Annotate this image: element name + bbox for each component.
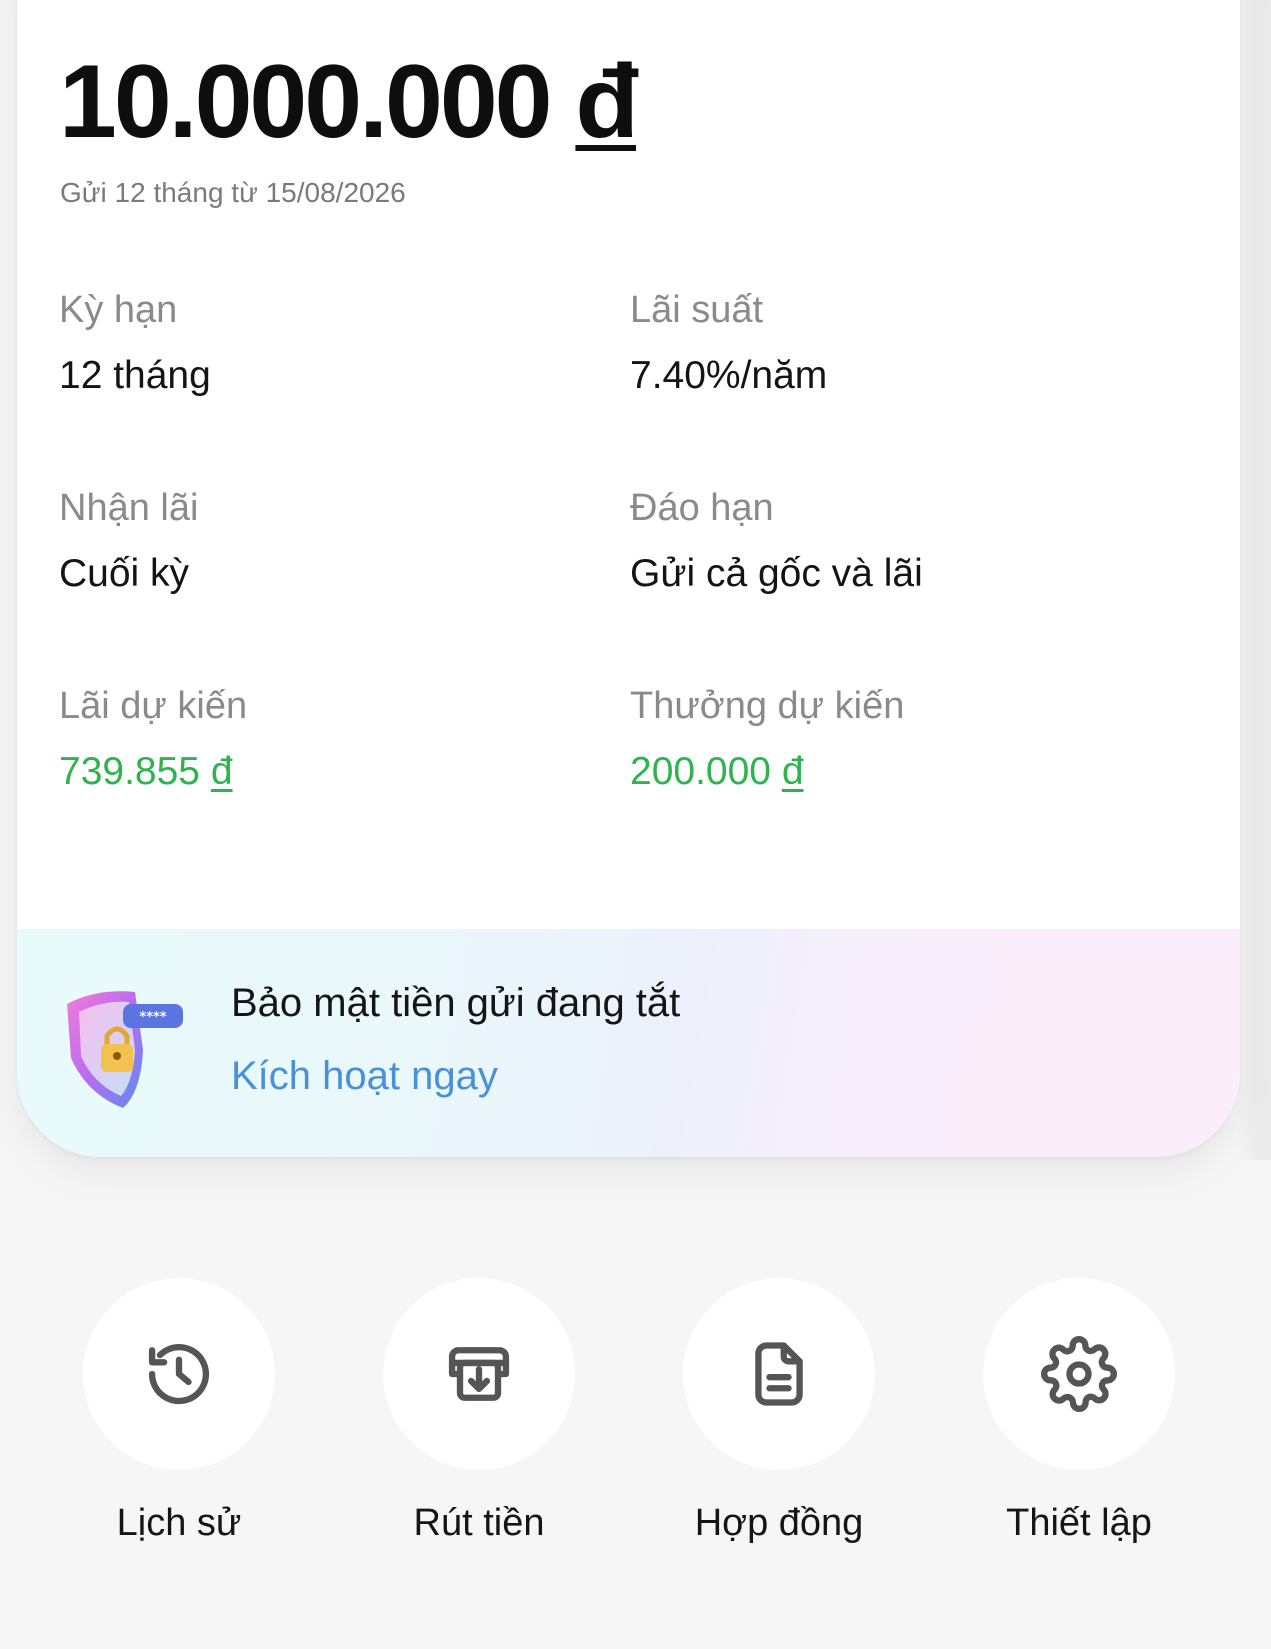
withdraw-icon [448, 1347, 510, 1401]
deposit-amount: 10.000.000 đ [59, 50, 639, 154]
expected-interest-currency: đ [210, 750, 233, 793]
history-label: Lịch sử [116, 1502, 242, 1544]
deposit-card: 10.000.000 đ Gửi 12 tháng từ 15/08/2026 … [17, 0, 1240, 1157]
expected-bonus-currency: đ [781, 750, 804, 793]
term-label: Kỳ hạn [59, 289, 178, 331]
withdraw-label: Rút tiền [413, 1502, 545, 1544]
gear-icon [1041, 1336, 1117, 1412]
expected-interest-value: 739.855 đ [59, 749, 247, 795]
rate-field: Lãi suất 7.40%/năm [630, 287, 827, 399]
amount-value: 10.000.000 [59, 44, 553, 160]
contract-label: Hợp đồng [694, 1502, 864, 1544]
expected-bonus-amount: 200.000 [630, 750, 771, 793]
history-icon [148, 1343, 210, 1405]
interest-receipt-field: Nhận lãi Cuối kỳ [59, 485, 198, 597]
security-banner[interactable]: **** Bảo mật tiền gửi đang tắt Kích hoạt… [17, 929, 1240, 1157]
withdraw-button-circle[interactable] [383, 1278, 575, 1470]
maturity-field: Đáo hạn Gửi cả gốc và lãi [630, 485, 923, 597]
term-field: Kỳ hạn 12 tháng [59, 287, 211, 399]
rate-label: Lãi suất [630, 289, 764, 331]
expected-interest-field: Lãi dự kiến 739.855 đ [59, 683, 247, 795]
term-value: 12 tháng [59, 354, 211, 397]
rate-value: 7.40%/năm [630, 354, 828, 397]
expected-bonus-value: 200.000 đ [630, 749, 904, 795]
document-icon [755, 1342, 803, 1406]
password-badge-text: **** [139, 1010, 166, 1025]
history-button-circle[interactable] [83, 1278, 275, 1470]
deposit-subtitle: Gửi 12 tháng từ 15/08/2026 [60, 177, 406, 208]
quick-actions: Lịch sử Rút tiền Hợp đồng Thiết lập [0, 1278, 1271, 1578]
expected-interest-label: Lãi dự kiến [59, 685, 248, 727]
maturity-label: Đáo hạn [630, 487, 774, 529]
interest-receipt-label: Nhận lãi [59, 487, 199, 529]
expected-interest-amount: 739.855 [59, 750, 200, 793]
expected-bonus-label: Thưởng dự kiến [630, 685, 905, 727]
contract-button[interactable]: Hợp đồng [649, 1278, 909, 1545]
activate-security-link[interactable]: Kích hoạt ngay [231, 1054, 498, 1099]
interest-receipt-value: Cuối kỳ [59, 552, 190, 595]
settings-button-circle[interactable] [983, 1278, 1175, 1470]
password-badge: **** [139, 1010, 166, 1025]
amount-currency: đ [575, 44, 639, 160]
maturity-value: Gửi cả gốc và lãi [630, 552, 923, 595]
contract-button-circle[interactable] [683, 1278, 875, 1470]
settings-label: Thiết lập [1006, 1502, 1152, 1544]
history-button[interactable]: Lịch sử [49, 1278, 309, 1545]
security-status-text: Bảo mật tiền gửi đang tắt [231, 981, 681, 1025]
settings-button[interactable]: Thiết lập [949, 1278, 1209, 1545]
expected-bonus-field: Thưởng dự kiến 200.000 đ [630, 683, 904, 795]
side-shade [1237, 0, 1271, 1160]
withdraw-button[interactable]: Rút tiền [349, 1278, 609, 1545]
